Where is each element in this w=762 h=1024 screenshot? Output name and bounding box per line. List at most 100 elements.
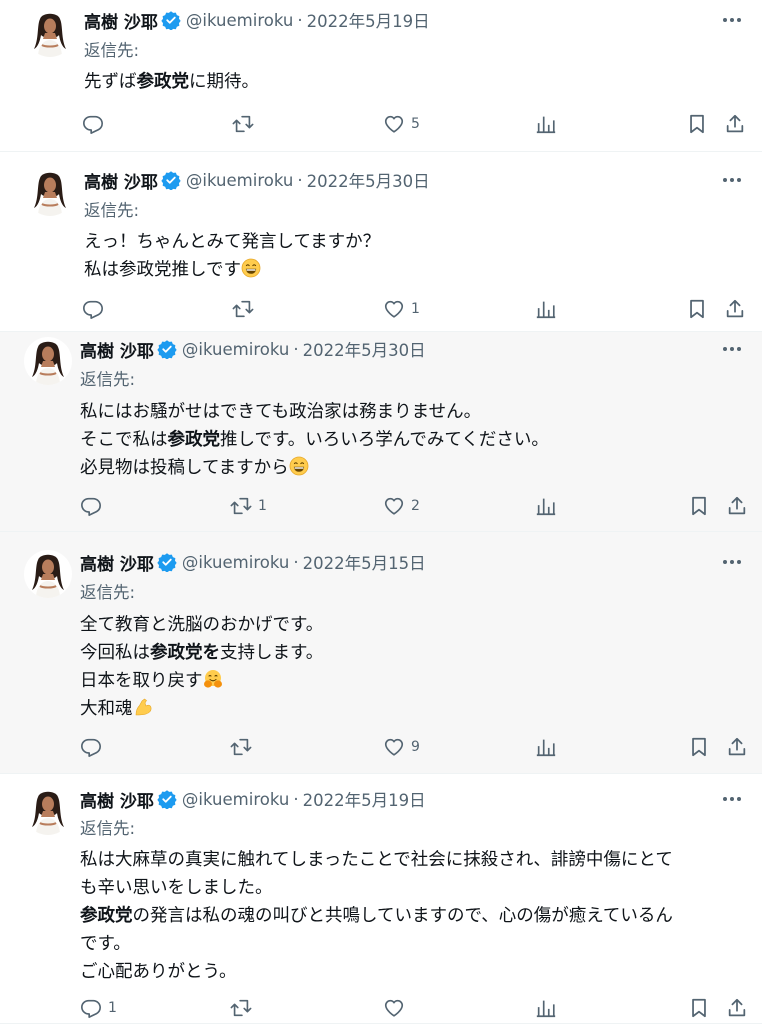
user-handle[interactable]: @ikuemiroku [186, 171, 293, 190]
tweet-text-line: 大和魂 [80, 695, 745, 723]
avatar[interactable] [24, 337, 72, 385]
like-button[interactable]: 5 [383, 110, 420, 138]
share-button[interactable] [726, 492, 748, 520]
retweet-count: 1 [258, 498, 267, 514]
tweet-header: 高樹 沙耶 @ikuemiroku · 2022年5月30日 [84, 167, 430, 193]
bookmark-icon [686, 113, 708, 135]
replying-to-label: 返信先: [80, 370, 136, 389]
retweet-button[interactable] [230, 733, 258, 761]
like-button[interactable] [383, 994, 411, 1022]
more-icon[interactable] [720, 789, 744, 809]
retweet-icon [230, 495, 252, 517]
avatar[interactable] [26, 168, 74, 216]
share-button[interactable] [724, 295, 746, 323]
user-handle[interactable]: @ikuemiroku [182, 553, 289, 572]
share-button[interactable] [726, 994, 748, 1022]
display-name[interactable]: 高樹 沙耶 [80, 550, 154, 575]
bookmark-icon [686, 298, 708, 320]
avatar[interactable] [26, 9, 74, 57]
separator-dot: · [293, 789, 299, 809]
tweet-date[interactable]: 2022年5月19日 [303, 787, 426, 811]
more-icon[interactable] [720, 339, 744, 359]
bookmark-button[interactable] [686, 295, 708, 323]
avatar[interactable] [24, 787, 72, 835]
share-icon [724, 113, 746, 135]
bookmark-button[interactable] [688, 733, 710, 761]
views-button[interactable] [535, 295, 557, 323]
avatar[interactable] [24, 550, 72, 598]
tweet-text-line: 私にはお騒がせはできても政治家は務まりません。 [80, 398, 745, 426]
display-name[interactable]: 高樹 沙耶 [84, 8, 158, 33]
tweet-text: 私は大麻草の真実に触れてしまったことで社会に抹殺され、誹謗中傷にとて も辛い思いを… [80, 846, 745, 986]
views-button[interactable] [535, 492, 557, 520]
views-button[interactable] [535, 733, 557, 761]
heart-icon [383, 997, 405, 1019]
tweet-header: 高樹 沙耶 @ikuemiroku · 2022年5月30日 [80, 336, 426, 362]
retweet-icon [230, 997, 252, 1019]
more-icon[interactable] [720, 10, 744, 30]
tweet[interactable]: 高樹 沙耶 @ikuemiroku · 2022年5月19日 返信先: 私は大麻草の真実に… [0, 774, 762, 1024]
tweet-actions: 5 [0, 110, 744, 138]
highlighted-term: 参政党を [150, 643, 220, 663]
text-segment: 私は大麻草の真実に触れてしまったことで社会に抹殺され、誹謗中傷にとて [80, 850, 673, 870]
heart-icon [383, 495, 405, 517]
tweet-date[interactable]: 2022年5月15日 [303, 550, 426, 574]
user-handle[interactable]: @ikuemiroku [182, 340, 289, 359]
like-button[interactable]: 1 [383, 295, 420, 323]
reply-button[interactable] [80, 733, 108, 761]
more-icon[interactable] [720, 170, 744, 190]
tweet[interactable]: 高樹 沙耶 @ikuemiroku · 2022年5月19日 返信先: 先ずば参政党に期待… [0, 0, 762, 152]
tweet-text-line: 先ずば参政党に期待。 [84, 68, 749, 96]
tweet-date[interactable]: 2022年5月30日 [307, 168, 430, 192]
text-segment: ご心配ありがとう。 [80, 962, 237, 982]
replying-to-label: 返信先: [84, 201, 140, 220]
heart-icon [383, 736, 405, 758]
text-segment: 推しです。いろいろ学んでみてください。 [220, 430, 549, 450]
retweet-button[interactable] [232, 110, 260, 138]
tweet[interactable]: 高樹 沙耶 @ikuemiroku · 2022年5月15日 返信先: 全て教育と洗脳のお… [0, 532, 762, 774]
tweet[interactable]: 高樹 沙耶 @ikuemiroku · 2022年5月30日 返信先: 私にはお騒がせはで… [0, 332, 762, 532]
display-name[interactable]: 高樹 沙耶 [80, 337, 154, 362]
user-handle[interactable]: @ikuemiroku [186, 11, 293, 30]
bookmark-button[interactable] [688, 994, 710, 1022]
more-icon[interactable] [720, 552, 744, 572]
verified-badge-icon [157, 339, 177, 360]
share-button[interactable] [724, 110, 746, 138]
display-name[interactable]: 高樹 沙耶 [80, 787, 154, 812]
replying-to-label: 返信先: [80, 583, 136, 602]
grin-emoji-icon [289, 456, 309, 476]
share-button[interactable] [726, 733, 748, 761]
tweet-header: 高樹 沙耶 @ikuemiroku · 2022年5月19日 [84, 7, 430, 33]
text-segment: えっ！ちゃんとみて発言してますか？ [84, 232, 381, 252]
reply-button[interactable] [80, 492, 108, 520]
retweet-button[interactable] [232, 295, 260, 323]
like-button[interactable]: 2 [383, 492, 420, 520]
retweet-icon [232, 113, 254, 135]
text-segment: です。 [80, 934, 131, 954]
bookmark-button[interactable] [688, 492, 710, 520]
reply-button[interactable] [82, 110, 110, 138]
text-segment: 今回私は [80, 643, 150, 663]
tweet-date[interactable]: 2022年5月19日 [307, 8, 430, 32]
views-button[interactable] [535, 994, 557, 1022]
tweet-actions: 12 [0, 492, 746, 520]
retweet-button[interactable]: 1 [230, 492, 267, 520]
tweet[interactable]: 高樹 沙耶 @ikuemiroku · 2022年5月30日 返信先: えっ！ちゃんとみて… [0, 152, 762, 332]
highlighted-term: 参政党 [136, 72, 190, 92]
reply-count: 1 [108, 1000, 117, 1016]
tweet-date[interactable]: 2022年5月30日 [303, 337, 426, 361]
reply-button[interactable] [82, 295, 110, 323]
text-segment: 先ずば [84, 72, 137, 92]
tweet-text-line: 必見物は投稿してますから [80, 454, 745, 482]
tweet-actions: 1 [0, 994, 746, 1022]
user-handle[interactable]: @ikuemiroku [182, 790, 289, 809]
like-count: 5 [411, 116, 420, 132]
bookmark-button[interactable] [686, 110, 708, 138]
display-name[interactable]: 高樹 沙耶 [84, 168, 158, 193]
retweet-button[interactable] [230, 994, 258, 1022]
like-button[interactable]: 9 [383, 733, 420, 761]
tweet-text-line: 今回私は参政党を支持します。 [80, 639, 745, 667]
views-button[interactable] [535, 110, 557, 138]
reply-button[interactable]: 1 [80, 994, 117, 1022]
like-count: 9 [411, 739, 420, 755]
